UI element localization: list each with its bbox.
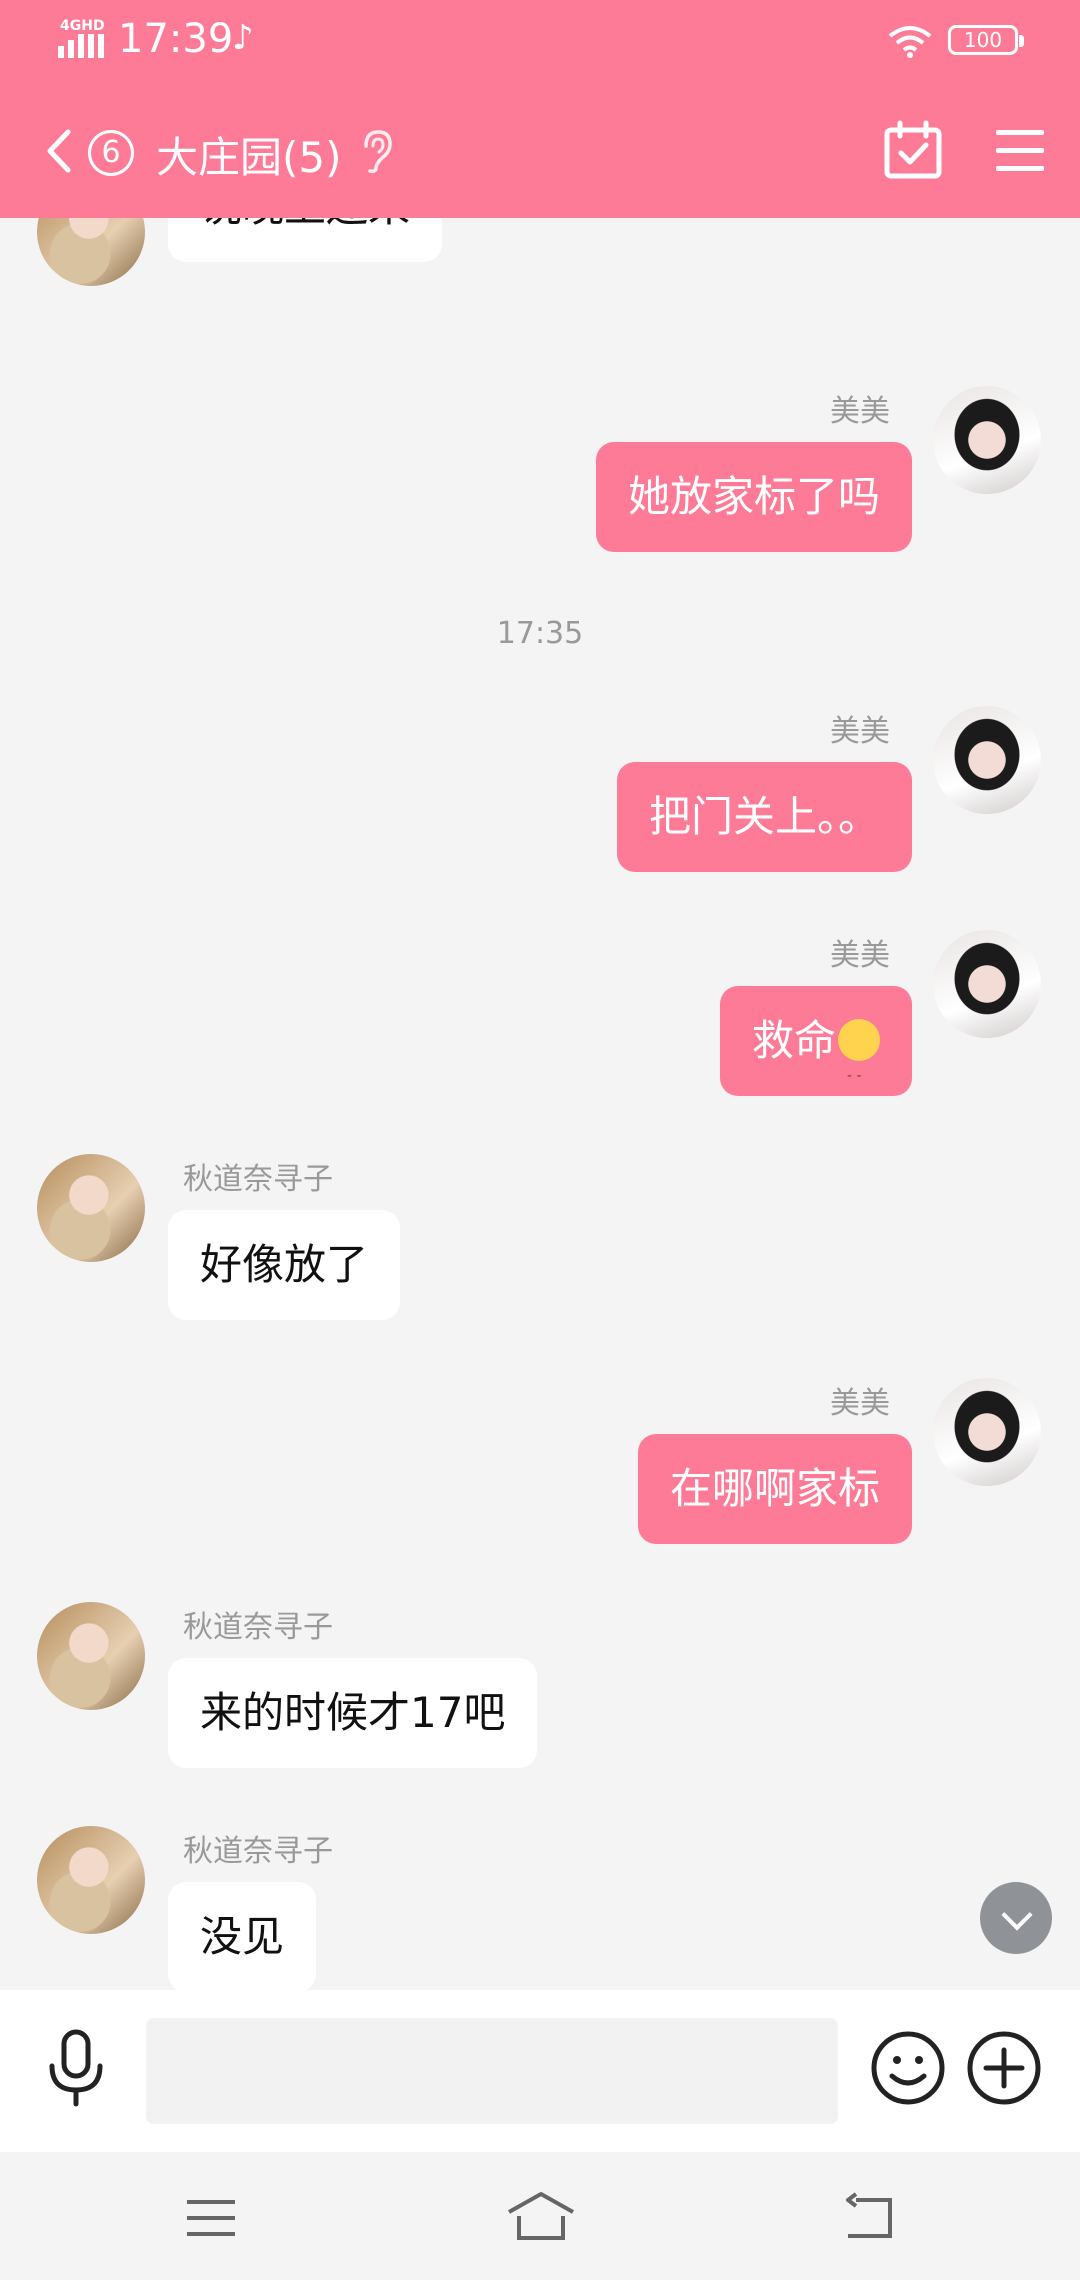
- scroll-to-bottom-button[interactable]: [980, 1882, 1052, 1954]
- chat-header: 6 大庄园(5): [0, 108, 1080, 198]
- unread-count-badge[interactable]: 6: [88, 130, 134, 176]
- calendar-check-icon[interactable]: [884, 120, 942, 180]
- message-bubble[interactable]: 来的时候才17吧: [168, 1658, 538, 1768]
- message-text: 救命: [751, 1016, 836, 1065]
- message-bubble[interactable]: 没见: [168, 1882, 317, 1990]
- message-bubble[interactable]: 把门关上。。: [616, 762, 912, 872]
- avatar[interactable]: [933, 930, 1041, 1038]
- chat-list[interactable]: 说晚上还来 美美 她放家标了吗 17:35 美美 把门关上。。 美美 救命 秋道…: [0, 218, 1080, 1990]
- sender-name: 美美: [830, 714, 890, 749]
- ear-icon[interactable]: [360, 128, 394, 174]
- message-bubble[interactable]: 好像放了: [168, 1210, 401, 1320]
- signal-icon: 4GHD: [58, 18, 106, 58]
- microphone-icon[interactable]: [44, 2028, 108, 2108]
- network-type: 4GHD: [60, 18, 105, 34]
- chevron-left-icon[interactable]: [40, 126, 80, 176]
- back-icon[interactable]: [842, 2192, 896, 2240]
- status-time: 17:39: [118, 16, 234, 62]
- sender-name: 美美: [830, 1386, 890, 1421]
- status-bar: 4GHD 17:39 ♪ 100: [0, 0, 1080, 85]
- sender-name: 秋道奈寻子: [183, 1162, 333, 1197]
- unamused-face-icon: [838, 1019, 880, 1131]
- message-bubble[interactable]: 说晚上还来: [168, 218, 443, 262]
- sender-name: 秋道奈寻子: [183, 1610, 333, 1645]
- message-bubble[interactable]: 在哪啊家标: [637, 1434, 912, 1544]
- message-bubble[interactable]: 救命: [719, 986, 912, 1131]
- group-title[interactable]: 大庄园(5): [156, 124, 342, 185]
- plus-circle-icon[interactable]: [966, 2030, 1042, 2106]
- sender-name: 美美: [830, 394, 890, 429]
- wifi-icon: [888, 26, 932, 58]
- avatar[interactable]: [933, 1378, 1041, 1486]
- tiktok-icon: ♪: [232, 18, 254, 58]
- avatar[interactable]: [933, 706, 1041, 814]
- sender-name: 美美: [830, 938, 890, 973]
- avatar[interactable]: [37, 1154, 145, 1262]
- message-timestamp: 17:35: [496, 616, 584, 651]
- battery-indicator: 100: [948, 25, 1024, 55]
- smiley-icon[interactable]: [870, 2030, 946, 2106]
- system-nav-bar: [0, 2152, 1080, 2280]
- home-icon[interactable]: [505, 2190, 577, 2242]
- message-bubble[interactable]: 她放家标了吗: [595, 442, 912, 552]
- top-bar: 4GHD 17:39 ♪ 100 6 大庄园(5): [0, 0, 1080, 218]
- sender-name: 秋道奈寻子: [183, 1834, 333, 1869]
- menu-icon[interactable]: [996, 130, 1044, 172]
- avatar[interactable]: [37, 1826, 145, 1934]
- input-bar: [0, 1990, 1080, 2152]
- message-input[interactable]: [146, 2018, 838, 2124]
- recent-apps-icon[interactable]: [185, 2198, 237, 2238]
- avatar[interactable]: [933, 386, 1041, 494]
- avatar[interactable]: [37, 1602, 145, 1710]
- avatar[interactable]: [37, 218, 145, 286]
